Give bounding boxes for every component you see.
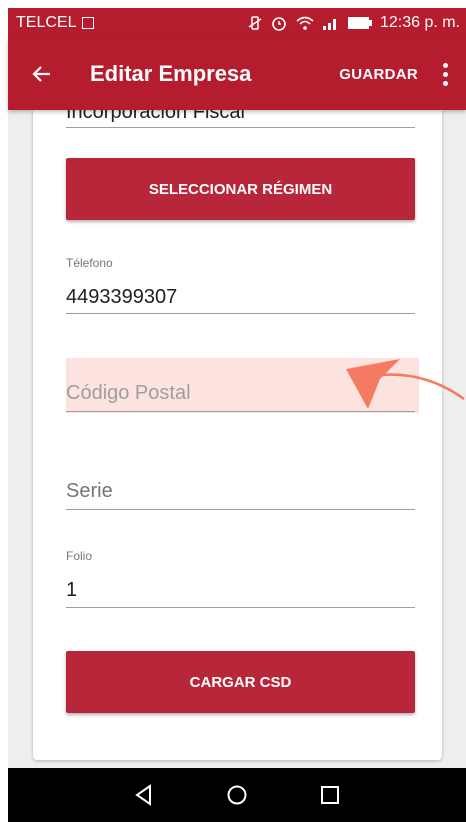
- sim-card-icon: [82, 17, 95, 29]
- alarm-icon: [272, 17, 286, 31]
- app-bar: Editar Empresa GUARDAR: [8, 38, 466, 110]
- clock-time: 12:36 p. m.: [379, 14, 460, 31]
- annotation-arrow-icon: [346, 359, 465, 409]
- nav-recents-icon[interactable]: [320, 785, 340, 805]
- carrier-group: TELCEL: [16, 14, 95, 32]
- signal-icon: [322, 19, 336, 30]
- form-card: Incorporación Fiscal SELECCIONAR RÉGIMEN…: [33, 110, 442, 760]
- carrier-name: TELCEL: [16, 14, 77, 31]
- serie-input[interactable]: Serie: [66, 480, 113, 503]
- folio-underline: [66, 607, 415, 608]
- regimen-underline: [66, 127, 415, 128]
- battery-icon: [347, 17, 372, 29]
- telefono-input[interactable]: 4493399307: [66, 286, 177, 309]
- telefono-label: Télefono: [66, 256, 113, 270]
- codigo-postal-input[interactable]: Código Postal: [66, 382, 191, 405]
- folio-input[interactable]: 1: [66, 579, 77, 602]
- more-vert-icon[interactable]: [442, 62, 448, 86]
- select-regimen-button[interactable]: SELECCIONAR RÉGIMEN: [66, 158, 415, 220]
- folio-label: Folio: [66, 549, 93, 563]
- system-nav-bar: [8, 768, 466, 822]
- nav-home-icon[interactable]: [226, 784, 248, 806]
- nav-back-icon[interactable]: [134, 784, 154, 806]
- back-arrow-icon[interactable]: [32, 64, 52, 84]
- cargar-csd-button[interactable]: CARGAR CSD: [66, 651, 415, 713]
- wifi-icon: [296, 16, 314, 30]
- status-bar: TELCEL 12:36 p. m.: [8, 8, 466, 38]
- page-title: Editar Empresa: [90, 61, 252, 86]
- save-button[interactable]: GUARDAR: [339, 66, 418, 83]
- telefono-underline: [66, 313, 415, 314]
- serie-underline: [66, 509, 415, 510]
- vibrate-icon: [248, 16, 262, 30]
- status-icons: 12:36 p. m.: [247, 14, 460, 32]
- regimen-value: Incorporación Fiscal: [66, 110, 245, 123]
